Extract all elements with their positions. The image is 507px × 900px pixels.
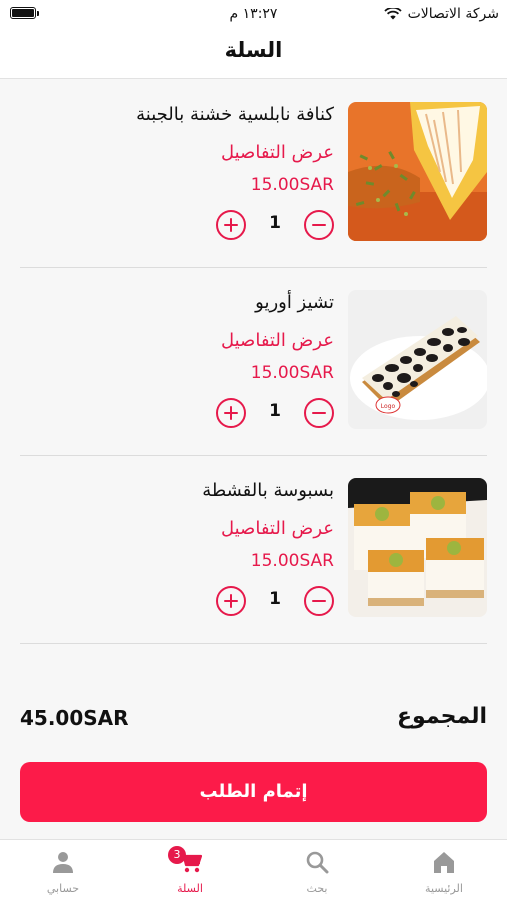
tab-cart[interactable]: 3 السلة xyxy=(127,840,253,900)
increase-quantity-button[interactable] xyxy=(216,210,246,240)
total-label: المجموع xyxy=(397,704,487,729)
oreo-cheesecake-image: Logo xyxy=(348,290,487,429)
view-details-link[interactable]: عرض التفاصيل xyxy=(221,330,334,351)
decrease-quantity-button[interactable] xyxy=(304,210,334,240)
decrease-quantity-button[interactable] xyxy=(304,586,334,616)
status-carrier: شركة الاتصالات xyxy=(383,6,499,22)
quantity-value: 1 xyxy=(269,213,281,233)
tab-search[interactable]: بحث xyxy=(254,840,380,900)
quantity-stepper: 1 xyxy=(216,398,334,432)
total-row: المجموع 45.00SAR xyxy=(20,704,487,738)
item-image[interactable] xyxy=(348,478,487,617)
view-details-link[interactable]: عرض التفاصيل xyxy=(221,142,334,163)
quantity-stepper: 1 xyxy=(216,210,334,244)
tab-label: الرئيسية xyxy=(425,882,463,895)
total-value: 45.00SAR xyxy=(20,706,129,730)
item-price: 15.00SAR xyxy=(250,551,334,571)
carrier-name: شركة الاتصالات xyxy=(407,6,499,22)
item-image[interactable]: Logo xyxy=(348,290,487,429)
item-price: 15.00SAR xyxy=(250,175,334,195)
nav-bar: السلة xyxy=(0,30,507,79)
kunafa-image xyxy=(348,102,487,241)
cart-item: كنافة نابلسية خشنة بالجبنة عرض التفاصيل … xyxy=(20,80,487,268)
quantity-value: 1 xyxy=(269,589,281,609)
view-details-link[interactable]: عرض التفاصيل xyxy=(221,518,334,539)
status-bar: ١٣:٢٧ م شركة الاتصالات xyxy=(0,0,507,30)
item-price: 15.00SAR xyxy=(250,363,334,383)
tab-label: حسابي xyxy=(46,882,80,895)
svg-text:Logo: Logo xyxy=(381,403,396,410)
checkout-button[interactable]: إتمام الطلب xyxy=(20,762,487,822)
home-icon xyxy=(434,852,454,873)
tab-label: بحث xyxy=(306,882,328,895)
wifi-icon xyxy=(383,8,402,20)
increase-quantity-button[interactable] xyxy=(216,398,246,428)
item-image[interactable] xyxy=(348,102,487,241)
page-title: السلة xyxy=(224,38,283,62)
quantity-stepper: 1 xyxy=(216,586,334,620)
cart-item: بسبوسة بالقشطة عرض التفاصيل 15.00SAR 1 xyxy=(20,456,487,644)
increase-quantity-button[interactable] xyxy=(216,586,246,616)
minus-icon xyxy=(312,411,326,414)
tab-label: السلة xyxy=(177,882,203,895)
tab-bar: حسابي 3 السلة بحث الرئيسية xyxy=(0,839,507,900)
user-icon xyxy=(53,852,73,873)
quantity-value: 1 xyxy=(269,401,281,421)
minus-icon xyxy=(312,223,326,226)
decrease-quantity-button[interactable] xyxy=(304,398,334,428)
item-name: تشيز أوريو xyxy=(255,292,334,313)
item-name: كنافة نابلسية خشنة بالجبنة xyxy=(136,104,334,125)
cart-item: Logo تشيز أوريو عرض التفاصيل 15.00SAR 1 xyxy=(20,268,487,456)
search-icon xyxy=(306,851,329,874)
minus-icon xyxy=(312,599,326,602)
cart-count-badge: 3 xyxy=(168,846,186,864)
basbousa-image xyxy=(348,478,487,617)
tab-account[interactable]: حسابي xyxy=(0,840,126,900)
item-name: بسبوسة بالقشطة xyxy=(202,480,334,501)
tab-home[interactable]: الرئيسية xyxy=(381,840,507,900)
